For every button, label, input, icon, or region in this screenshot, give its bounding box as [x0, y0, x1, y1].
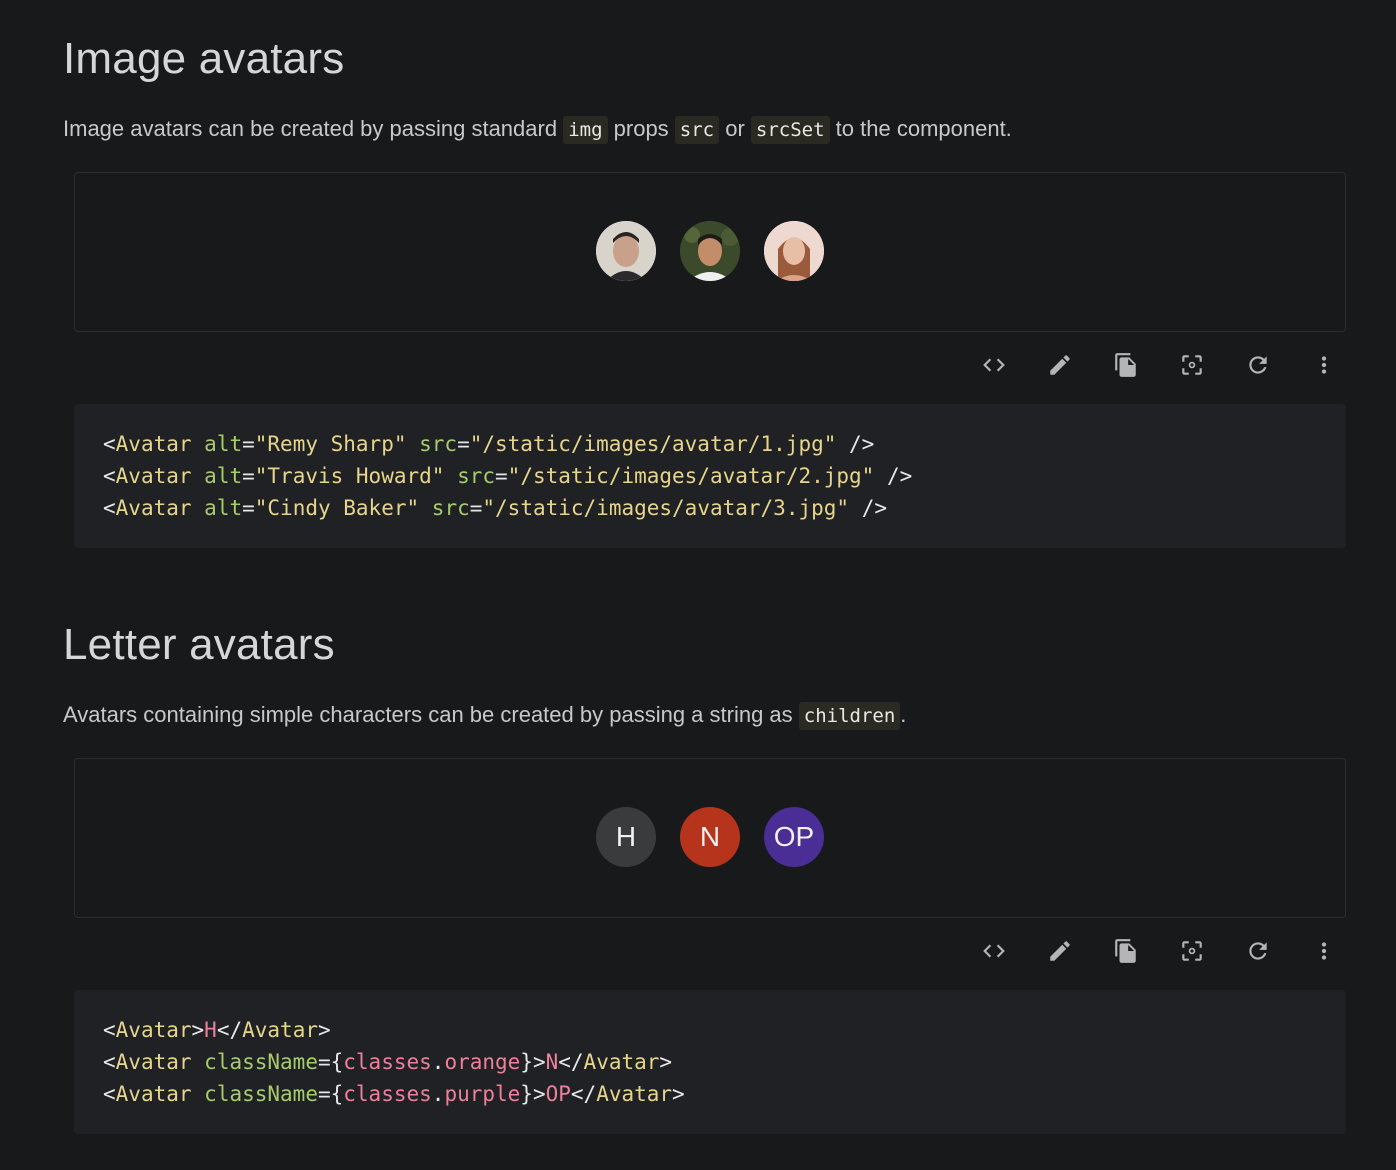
letter-avatar-n: N [680, 807, 740, 867]
edit-in-codesandbox-button[interactable] [1038, 929, 1082, 973]
letter-avatar-h: H [596, 807, 656, 867]
more-vert-icon [1321, 942, 1327, 960]
show-source-button[interactable] [972, 929, 1016, 973]
show-source-button[interactable] [972, 343, 1016, 387]
focus-icon [1182, 941, 1202, 961]
demo-toolbar-image-avatars [972, 343, 1346, 387]
code-line: <Avatar className={classes.orange}>N</Av… [103, 1050, 673, 1074]
reset-demo-button[interactable] [1236, 929, 1280, 973]
code-tag-name: Avatar [115, 432, 192, 456]
reset-demo-button[interactable] [1236, 343, 1280, 387]
refresh-icon [1249, 356, 1267, 374]
inline-code-srcset: srcSet [750, 116, 830, 144]
code-line: <Avatar className={classes.purple}>OP</A… [103, 1082, 685, 1106]
edit-in-codesandbox-button[interactable] [1038, 343, 1082, 387]
copy-icon [1115, 939, 1136, 963]
more-options-button[interactable] [1302, 929, 1346, 973]
avatar-photo-2 [680, 221, 740, 281]
reset-focus-button[interactable] [1170, 343, 1214, 387]
code-line: <Avatar alt="Cindy Baker" src="/static/i… [103, 496, 887, 520]
avatar-photo-1 [596, 221, 656, 281]
edit-icon [1050, 355, 1070, 375]
reset-focus-button[interactable] [1170, 929, 1214, 973]
more-options-button[interactable] [1302, 343, 1346, 387]
code-line: <Avatar alt="Remy Sharp" src="/static/im… [103, 432, 875, 456]
avatar-photo-3 [764, 221, 824, 281]
code-icon [983, 944, 1005, 958]
inline-code-src: src [674, 116, 720, 144]
code-block-letter-avatars: <Avatar>H</Avatar> <Avatar className={cl… [74, 990, 1346, 1134]
more-vert-icon [1321, 356, 1327, 374]
code-block-image-avatars: <Avatar alt="Remy Sharp" src="/static/im… [74, 404, 1346, 548]
avatar-travis-howard [680, 221, 740, 281]
focus-icon [1182, 355, 1202, 375]
refresh-icon [1249, 942, 1267, 960]
copy-source-button[interactable] [1104, 929, 1148, 973]
section-title-letter-avatars: Letter avatars [63, 620, 335, 669]
copy-icon [1115, 353, 1136, 377]
copy-source-button[interactable] [1104, 343, 1148, 387]
demo-box-letter-avatars: H N OP [74, 758, 1346, 918]
inline-code-img: img [563, 116, 608, 144]
code-icon [983, 358, 1005, 372]
letter-avatar-op: OP [764, 807, 824, 867]
demo-box-image-avatars [74, 172, 1346, 332]
code-line: <Avatar>H</Avatar> [103, 1018, 331, 1042]
code-line: <Avatar alt="Travis Howard" src="/static… [103, 464, 913, 488]
demo-toolbar-letter-avatars [972, 929, 1346, 973]
edit-icon [1050, 941, 1070, 961]
avatar-cindy-baker [764, 221, 824, 281]
section-description-image-avatars: Image avatars can be created by passing … [63, 116, 1012, 144]
section-title-image-avatars: Image avatars [63, 34, 345, 83]
inline-code-children: children [798, 702, 901, 730]
avatar-remy-sharp [596, 221, 656, 281]
section-description-letter-avatars: Avatars containing simple characters can… [63, 702, 906, 730]
